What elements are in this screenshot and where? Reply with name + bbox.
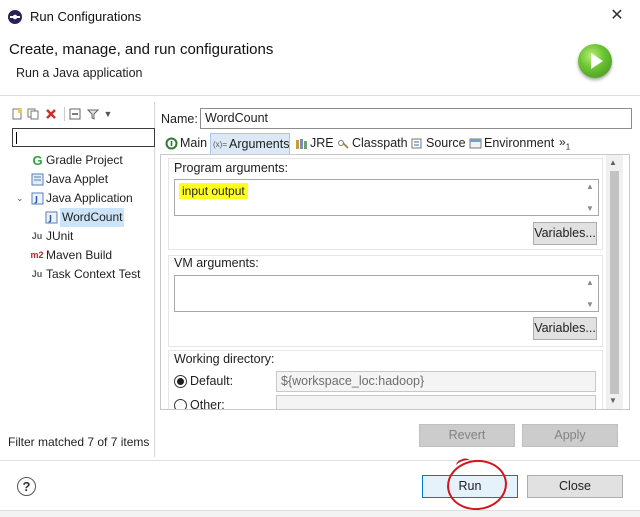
- program-arguments-input[interactable]: input output ▲ ▼: [174, 179, 599, 216]
- junit-icon: Ju: [31, 231, 43, 241]
- tab-main[interactable]: Main: [162, 133, 207, 154]
- textarea-scrollbar[interactable]: ▲ ▼: [582, 180, 598, 215]
- program-arguments-label: Program arguments:: [174, 161, 288, 175]
- other-radio[interactable]: [174, 399, 187, 409]
- scroll-down-icon: ▼: [586, 300, 594, 309]
- text-caret: [16, 132, 17, 144]
- apply-button[interactable]: Apply: [522, 424, 618, 447]
- new-config-icon[interactable]: [11, 108, 23, 120]
- tree-item-label: WordCount: [60, 208, 125, 227]
- scroll-down-icon[interactable]: ▼: [609, 396, 617, 405]
- gradle-icon: G: [32, 153, 43, 168]
- arguments-tab-content: Program arguments: input output ▲ ▼ Vari…: [160, 154, 630, 410]
- footer-divider: [0, 460, 640, 461]
- tab-jre[interactable]: JRE: [292, 133, 334, 154]
- task-context-test-icon: Ju: [31, 269, 43, 279]
- tab-source[interactable]: Source: [408, 133, 466, 154]
- tree-item-java-applet[interactable]: Java Applet: [5, 170, 155, 189]
- tree-item-label: Java Application: [46, 191, 133, 205]
- environment-icon: [468, 137, 482, 150]
- chevron-down-icon[interactable]: ⌄: [16, 189, 24, 208]
- tab-environment[interactable]: Environment: [466, 133, 554, 154]
- tree-item-label: Maven Build: [46, 248, 113, 262]
- help-button[interactable]: ?: [17, 477, 36, 496]
- scroll-thumb[interactable]: [610, 171, 619, 394]
- default-directory-field: ${workspace_loc:hadoop}: [276, 371, 596, 392]
- maven-icon: m2: [30, 250, 44, 260]
- close-window-button[interactable]: ✕: [606, 5, 628, 27]
- config-name-input[interactable]: WordCount: [200, 108, 632, 129]
- tree-item-label: Java Applet: [46, 172, 109, 186]
- tree-item-java-application[interactable]: ⌄ J Java Application: [5, 189, 155, 208]
- working-directory-group: Working directory: Default: ${workspace_…: [168, 350, 603, 410]
- program-arguments-group: Program arguments: input output ▲ ▼ Vari…: [168, 158, 603, 250]
- header-title: Create, manage, and run configurations: [9, 41, 274, 58]
- main-tab-icon: [164, 137, 178, 150]
- java-application-icon: J: [31, 192, 44, 205]
- svg-text:J: J: [48, 214, 52, 223]
- java-launch-config-icon: J: [45, 211, 58, 224]
- dialog-header: Create, manage, and run configurations R…: [0, 33, 640, 96]
- close-button[interactable]: Close: [527, 475, 623, 498]
- config-tree-panel: ▼ G Gradle Project Java Applet ⌄ J Java …: [5, 102, 155, 457]
- tree-item-junit[interactable]: Ju JUnit: [5, 227, 155, 246]
- program-arguments-value: input output: [179, 183, 248, 199]
- header-subtitle: Run a Java application: [16, 66, 143, 80]
- title-bar: Run Configurations ✕: [0, 0, 640, 33]
- content-scrollbar[interactable]: ▲ ▼: [606, 155, 623, 409]
- arguments-tab-icon: (x)=: [213, 140, 227, 149]
- vm-arguments-label: VM arguments:: [174, 256, 259, 270]
- tree-item-gradle-project[interactable]: G Gradle Project: [5, 151, 155, 170]
- window-title: Run Configurations: [30, 9, 142, 24]
- tree-item-label: Task Context Test: [46, 267, 141, 281]
- source-icon: [410, 137, 424, 150]
- scroll-up-icon: ▲: [586, 182, 594, 191]
- tree-item-task-context-test[interactable]: Ju Task Context Test: [5, 265, 155, 284]
- applet-icon: [31, 173, 44, 186]
- other-radio-label: Other:: [190, 398, 225, 410]
- tree-item-maven-build[interactable]: m2 Maven Build: [5, 246, 155, 265]
- tree-item-label: Gradle Project: [46, 153, 123, 167]
- tree-item-wordcount[interactable]: J WordCount: [5, 208, 155, 227]
- filter-status-text: Filter matched 7 of 7 items: [8, 435, 150, 449]
- tab-overflow-chevron[interactable]: »1: [559, 133, 570, 156]
- default-radio-label: Default:: [190, 374, 234, 388]
- tab-arguments[interactable]: (x)= Arguments: [210, 133, 290, 154]
- run-icon: [578, 44, 612, 78]
- collapse-all-icon[interactable]: [69, 108, 81, 120]
- annotation-circle: [444, 457, 510, 513]
- classpath-icon: [336, 137, 350, 150]
- scroll-up-icon: ▲: [586, 278, 594, 287]
- filter-icon[interactable]: [86, 108, 100, 120]
- vm-arguments-input[interactable]: ▲ ▼: [174, 275, 599, 312]
- duplicate-icon[interactable]: [27, 108, 39, 120]
- svg-text:J: J: [34, 195, 38, 204]
- scroll-down-icon: ▼: [586, 204, 594, 213]
- program-args-variables-button[interactable]: Variables...: [533, 222, 597, 245]
- scroll-up-icon[interactable]: ▲: [609, 158, 617, 167]
- filter-input[interactable]: [12, 128, 155, 147]
- working-directory-label: Working directory:: [174, 352, 275, 366]
- toolbar-divider: [64, 107, 65, 121]
- eclipse-app-icon: [8, 10, 22, 24]
- tree-item-label: JUnit: [46, 229, 74, 243]
- vm-args-variables-button[interactable]: Variables...: [533, 317, 597, 340]
- config-tabs: Main (x)= Arguments JRE Classpath Source…: [160, 133, 630, 154]
- vm-arguments-group: VM arguments: ▲ ▼ Variables...: [168, 255, 603, 347]
- view-menu-icon[interactable]: ▼: [102, 108, 114, 120]
- delete-icon[interactable]: [45, 108, 57, 120]
- name-label: Name:: [161, 112, 198, 126]
- revert-button[interactable]: Revert: [419, 424, 515, 447]
- default-radio[interactable]: [174, 375, 187, 388]
- tab-classpath[interactable]: Classpath: [334, 133, 408, 154]
- jre-library-icon: [294, 137, 308, 150]
- textarea-scrollbar[interactable]: ▲ ▼: [582, 276, 598, 311]
- bottom-edge: [0, 510, 640, 517]
- other-directory-field[interactable]: [276, 395, 596, 409]
